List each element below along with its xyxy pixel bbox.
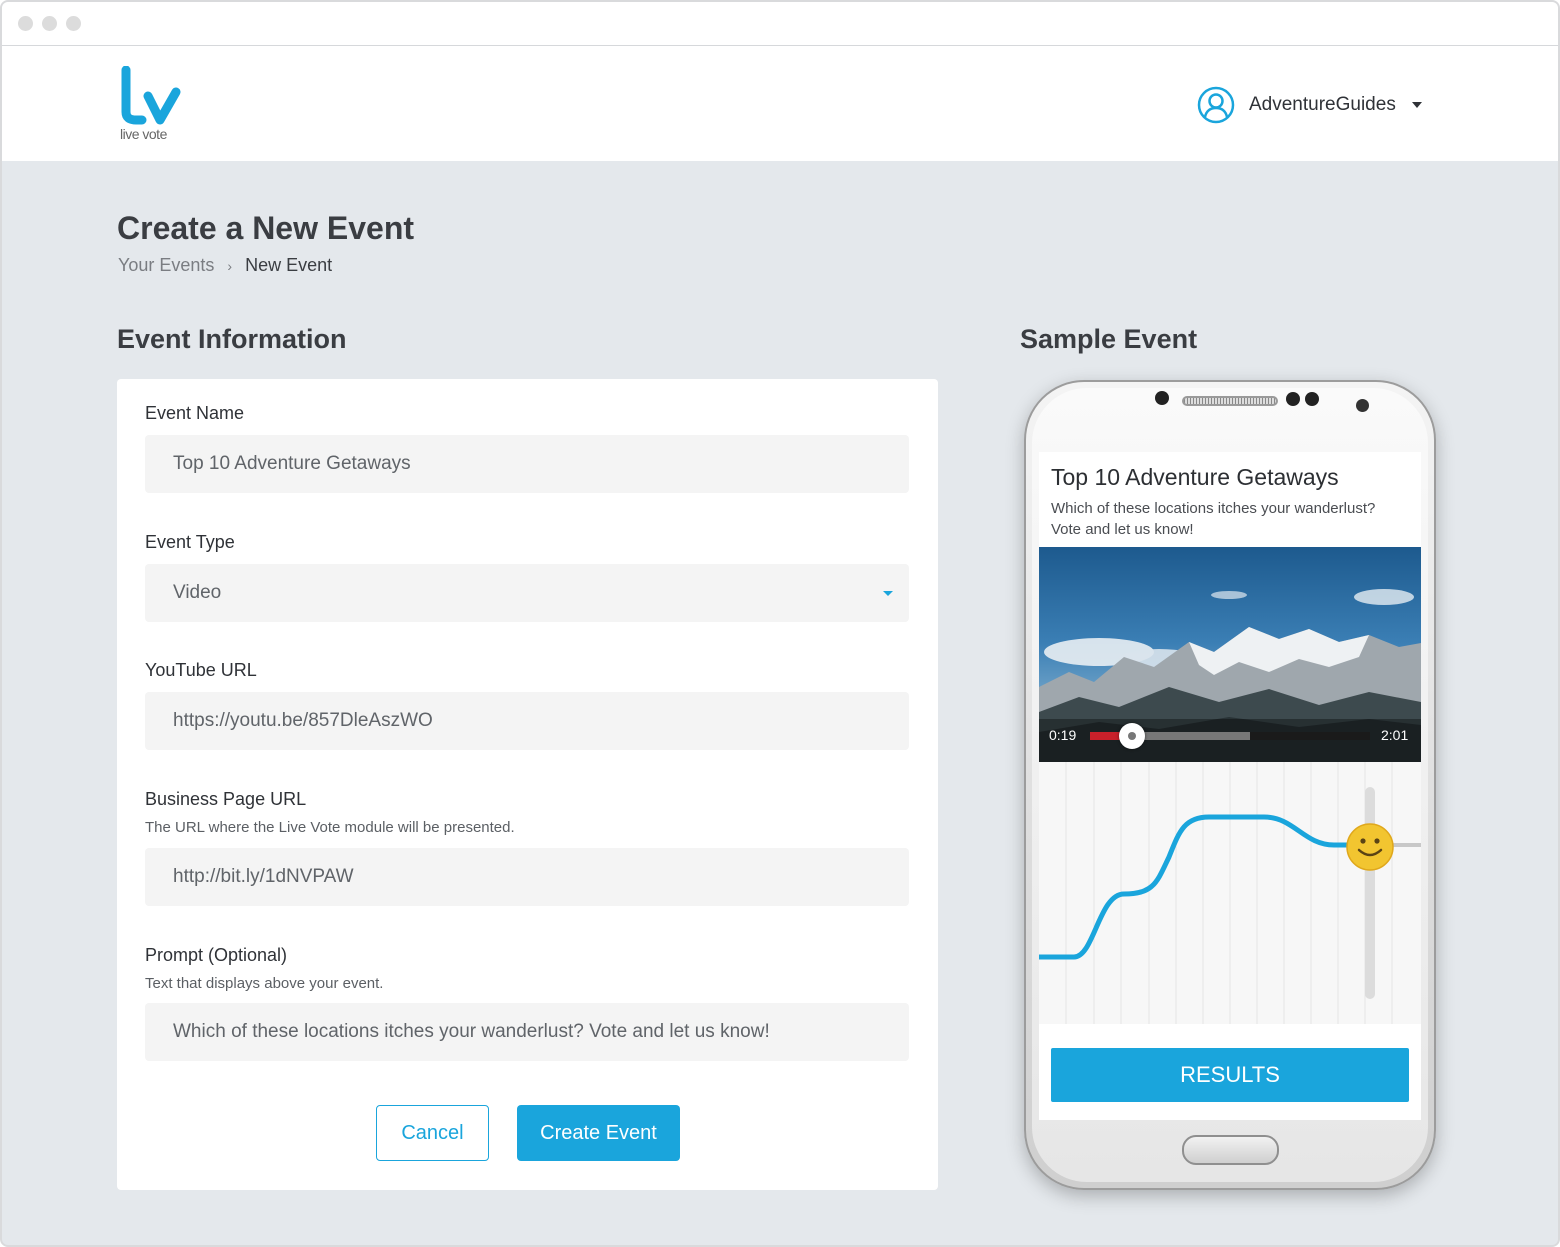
business-url-input[interactable]: http://bit.ly/1dNVPAW: [145, 848, 909, 906]
event-name-input[interactable]: Top 10 Adventure Getaways: [145, 435, 909, 493]
live-vote-logo[interactable]: live vote: [120, 65, 190, 146]
breadcrumb-current: New Event: [245, 255, 333, 275]
event-type-select[interactable]: Video: [145, 564, 909, 622]
breadcrumb-separator-icon: ›: [227, 258, 233, 274]
prompt-label: Prompt (Optional): [145, 945, 288, 965]
phone-camera-icon: [1155, 391, 1169, 405]
phone-sensor-icon: [1305, 392, 1319, 406]
sample-event-title: Top 10 Adventure Getaways: [1051, 464, 1339, 490]
smiley-face-icon[interactable]: [1345, 822, 1395, 872]
youtube-url-label: YouTube URL: [145, 660, 257, 680]
mountain-thumbnail: [1039, 589, 1421, 762]
video-scrubber-handle[interactable]: [1119, 723, 1145, 749]
results-button[interactable]: RESULTS: [1051, 1048, 1409, 1102]
video-total-time: 2:01: [1381, 727, 1409, 743]
chevron-down-icon: [1411, 102, 1422, 108]
phone-front-camera-icon: [1356, 399, 1369, 412]
event-information-heading: Event Information: [117, 324, 347, 354]
create-event-button[interactable]: Create Event: [517, 1105, 680, 1161]
window-minimize-dot[interactable]: [42, 16, 57, 31]
sample-event-heading: Sample Event: [1020, 324, 1198, 354]
event-name-label: Event Name: [145, 403, 245, 423]
video-current-time: 0:19: [1049, 727, 1077, 743]
breadcrumb-your-events[interactable]: Your Events: [118, 255, 214, 275]
logo-text: live vote: [120, 126, 167, 142]
event-type-value: Video: [173, 582, 222, 603]
vote-slider-track: [1365, 787, 1375, 999]
window-close-dot[interactable]: [18, 16, 33, 31]
phone-speaker-icon: [1182, 396, 1278, 406]
logo-mark-icon: [121, 65, 181, 125]
window-titlebar: [2, 2, 1558, 46]
event-form-card: Event Name Top 10 Adventure Getaways Eve…: [117, 379, 938, 1190]
business-url-help: The URL where the Live Vote module will …: [145, 819, 515, 836]
prompt-input[interactable]: Which of these locations itches your wan…: [145, 1003, 909, 1061]
browser-window: live vote AdventureGuides Create a New E…: [0, 0, 1560, 1247]
phone-home-button: [1182, 1135, 1279, 1165]
user-circle-icon: [1197, 86, 1235, 124]
event-type-label: Event Type: [145, 532, 235, 552]
phone-sensor-icon: [1286, 392, 1300, 406]
youtube-url-input[interactable]: https://youtu.be/857DleAszWO: [145, 692, 909, 750]
user-name: AdventureGuides: [1249, 94, 1396, 115]
prompt-help: Text that displays above your event.: [145, 975, 384, 992]
business-url-label: Business Page URL: [145, 789, 307, 809]
vote-graph-svg: [1039, 762, 1421, 1024]
app-header: live vote AdventureGuides: [2, 46, 1558, 161]
video-player[interactable]: 0:19 2:01: [1039, 547, 1421, 762]
cancel-button[interactable]: Cancel: [376, 1105, 489, 1161]
sample-event-prompt: Which of these locations itches your wan…: [1051, 500, 1376, 538]
breadcrumb: Your Events › New Event: [118, 255, 332, 276]
vote-graph[interactable]: [1039, 762, 1421, 1024]
window-maximize-dot[interactable]: [66, 16, 81, 31]
caret-down-icon: [883, 591, 893, 596]
page-title: Create a New Event: [117, 210, 415, 246]
vote-line: [1039, 814, 1372, 960]
user-menu[interactable]: AdventureGuides: [1197, 86, 1422, 124]
phone-screen: Top 10 Adventure Getaways Which of these…: [1039, 452, 1421, 1120]
